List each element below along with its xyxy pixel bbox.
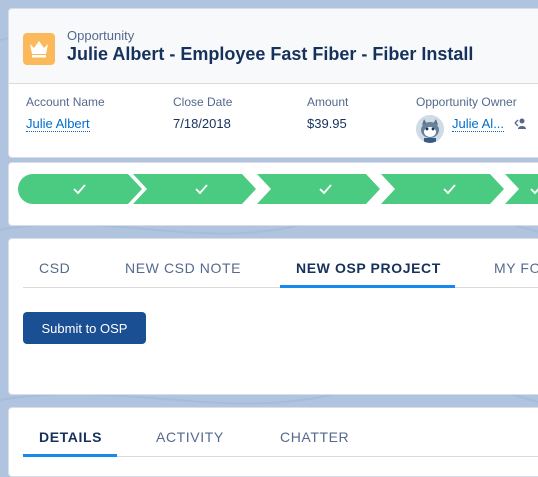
close-date-label: Close Date <box>173 95 233 109</box>
opportunity-owner-label: Opportunity Owner <box>416 95 517 109</box>
tab-new-osp-project[interactable]: NEW OSP PROJECT <box>296 260 441 276</box>
amount-value: $39.95 <box>307 116 347 131</box>
avatar[interactable] <box>416 115 444 143</box>
submit-to-osp-button[interactable]: Submit to OSP <box>23 312 146 344</box>
account-name-link[interactable]: Julie Albert <box>26 116 90 132</box>
tab-new-csd-note[interactable]: NEW CSD NOTE <box>125 260 241 276</box>
opportunity-object-icon <box>23 33 55 65</box>
record-title: Julie Albert - Employee Fast Fiber - Fib… <box>67 44 474 64</box>
amount-label: Amount <box>307 95 349 109</box>
account-name-field: Account Name Julie Albert <box>26 95 105 132</box>
active-tab-indicator <box>23 454 117 457</box>
owner-avatar-icon <box>416 115 444 143</box>
record-detail-tabset: DETAILS ACTIVITY CHATTER <box>8 407 538 477</box>
account-name-label: Account Name <box>26 95 105 109</box>
record-header: Opportunity Julie Albert - Employee Fast… <box>8 8 538 158</box>
path-step-5[interactable] <box>504 174 538 204</box>
opportunity-owner-link[interactable]: Julie Al... <box>452 116 505 132</box>
tab-my-fo[interactable]: MY FO <box>494 260 538 276</box>
opportunity-owner-field: Opportunity Owner Julie Al... <box>416 95 538 151</box>
close-date-field: Close Date 7/18/2018 <box>173 95 232 131</box>
opportunity-path <box>8 162 538 226</box>
amount-field: Amount $39.95 <box>307 95 348 131</box>
path-step-4[interactable] <box>380 174 505 204</box>
path-step-2[interactable] <box>132 174 257 204</box>
tab-details[interactable]: DETAILS <box>39 429 102 445</box>
custom-actions-tabset: CSD NEW CSD NOTE NEW OSP PROJECT MY FO S… <box>8 238 538 395</box>
tab-csd[interactable]: CSD <box>39 260 70 276</box>
record-header-title-area: Opportunity Julie Albert - Employee Fast… <box>9 9 538 84</box>
active-tab-indicator <box>280 285 455 288</box>
object-type-label: Opportunity <box>67 28 135 43</box>
crown-icon <box>30 41 48 58</box>
close-date-value: 7/18/2018 <box>173 116 231 131</box>
path-step-1[interactable] <box>18 174 143 204</box>
tab-chatter[interactable]: CHATTER <box>280 429 349 445</box>
tab-activity[interactable]: ACTIVITY <box>156 429 224 445</box>
change-owner-icon[interactable] <box>514 117 528 136</box>
path-step-3[interactable] <box>256 174 381 204</box>
